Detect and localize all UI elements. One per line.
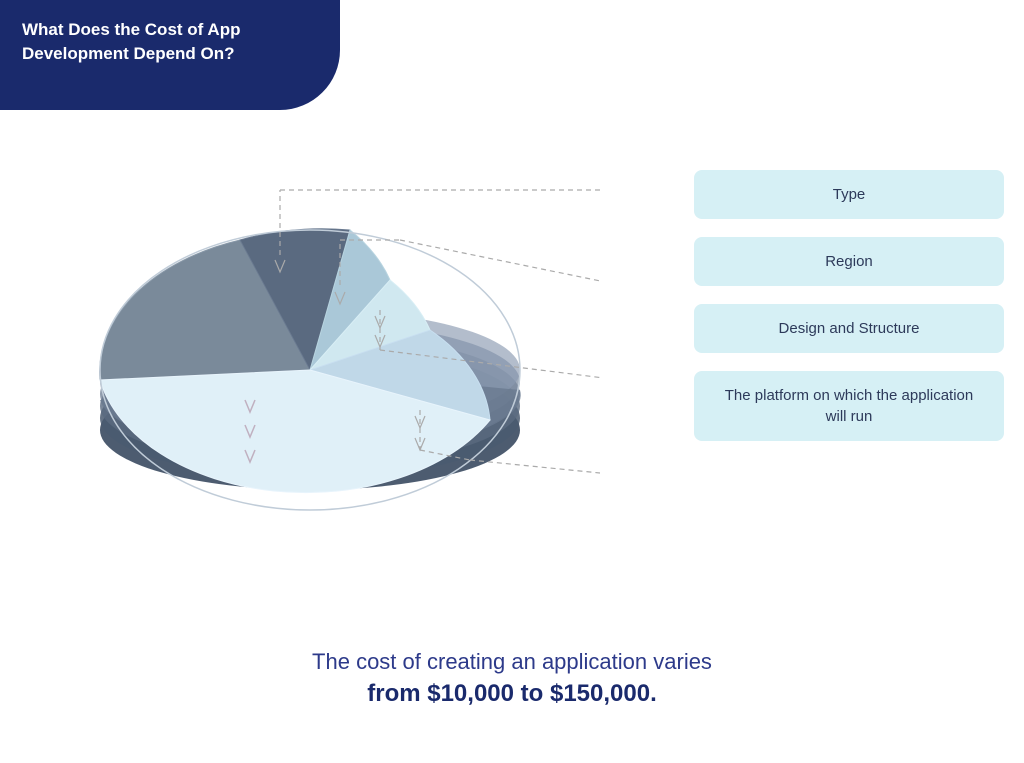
legend: Type Region Design and Structure The pla…: [694, 170, 1004, 441]
legend-item-design: Design and Structure: [694, 304, 1004, 353]
legend-item-region: Region: [694, 237, 1004, 286]
legend-item-platform: The platform on which the application wi…: [694, 371, 1004, 441]
legend-item-type: Type: [694, 170, 1004, 219]
footer-text: The cost of creating an application vari…: [0, 649, 1024, 708]
footer-line2: from $10,000 to $150,000.: [0, 680, 1024, 708]
page-title: What Does the Cost of App Development De…: [22, 18, 322, 66]
footer-line1: The cost of creating an application vari…: [0, 649, 1024, 675]
